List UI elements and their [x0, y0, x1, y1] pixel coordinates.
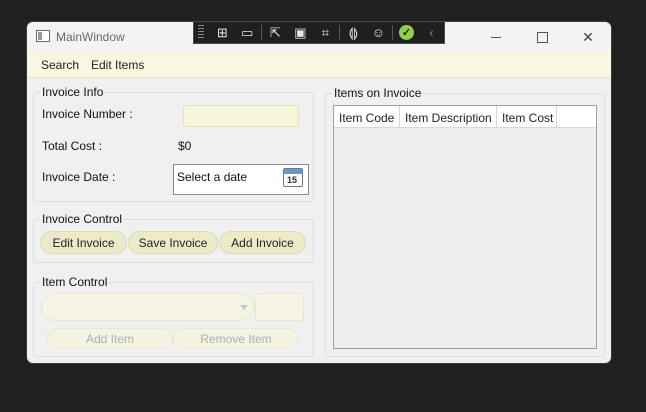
- track-focus-icon[interactable]: ⌗: [313, 22, 338, 43]
- no-issues-check-icon[interactable]: ✓: [394, 22, 419, 43]
- save-invoice-button[interactable]: Save Invoice: [128, 231, 218, 254]
- add-item-button[interactable]: Add Item: [47, 328, 173, 349]
- date-placeholder[interactable]: Select a date: [177, 170, 247, 184]
- add-invoice-button[interactable]: Add Invoice: [219, 231, 306, 254]
- minimize-button[interactable]: [473, 22, 519, 52]
- item-control-legend: Item Control: [40, 275, 110, 289]
- window-title: MainWindow: [56, 30, 125, 44]
- toolbar-separator: [260, 25, 262, 40]
- column-header-item-code[interactable]: Item Code: [334, 106, 400, 128]
- calendar-day: 15: [287, 175, 298, 185]
- app-window-icon: [36, 30, 50, 42]
- live-visual-tree-icon[interactable]: ⊞: [210, 22, 235, 43]
- toolbar-separator: [391, 25, 393, 40]
- invoice-number-label: Invoice Number :: [42, 107, 133, 121]
- item-cost-input[interactable]: [255, 293, 304, 321]
- toolbar-separator: [338, 25, 340, 40]
- items-list-view[interactable]: Item Code Item Description Item Cost: [333, 105, 597, 349]
- toolbar-grip-icon[interactable]: [198, 25, 204, 40]
- xaml-debug-toolbar: ⊞ ▭ ⇱ ▣ ⌗ ⟬⟭ ☺ ✓ ‹: [193, 21, 445, 44]
- item-select-combobox[interactable]: [41, 293, 254, 321]
- accessibility-icon[interactable]: ☺: [366, 22, 391, 43]
- video-camera-icon[interactable]: ▭: [235, 22, 260, 43]
- invoice-date-picker[interactable]: Select a date 15: [173, 164, 309, 195]
- list-header: Item Code Item Description Item Cost: [334, 106, 596, 128]
- menu-item-edit-items[interactable]: Edit Items: [91, 58, 144, 72]
- select-element-icon[interactable]: ⇱: [263, 22, 288, 43]
- display-layout-adorners-icon[interactable]: ▣: [288, 22, 313, 43]
- total-cost-label: Total Cost :: [42, 139, 103, 153]
- close-icon: ✕: [582, 28, 594, 45]
- total-cost-value: $0: [178, 139, 192, 153]
- edit-invoice-button[interactable]: Edit Invoice: [40, 231, 127, 254]
- invoice-date-label: Invoice Date :: [42, 170, 116, 184]
- invoice-number-input[interactable]: [183, 105, 299, 127]
- column-header-item-cost[interactable]: Item Cost: [497, 106, 557, 128]
- close-button[interactable]: ✕: [565, 22, 611, 52]
- calendar-icon[interactable]: 15: [283, 168, 303, 187]
- column-header-filler: [557, 106, 596, 128]
- remove-item-button[interactable]: Remove Item: [173, 328, 299, 349]
- column-header-item-description[interactable]: Item Description: [400, 106, 497, 128]
- invoice-info-legend: Invoice Info: [40, 85, 106, 99]
- maximize-button[interactable]: [519, 22, 565, 52]
- collapse-toolbar-icon[interactable]: ‹: [419, 22, 444, 43]
- items-on-invoice-legend: Items on Invoice: [332, 86, 424, 100]
- menu-bar: Search Edit Items: [27, 52, 611, 78]
- main-window: MainWindow ✕ Search Edit Items Invoice I…: [27, 22, 611, 363]
- menu-item-search[interactable]: Search: [41, 58, 79, 72]
- binding-failures-icon[interactable]: ⟬⟭: [341, 22, 366, 43]
- invoice-control-legend: Invoice Control: [40, 212, 125, 226]
